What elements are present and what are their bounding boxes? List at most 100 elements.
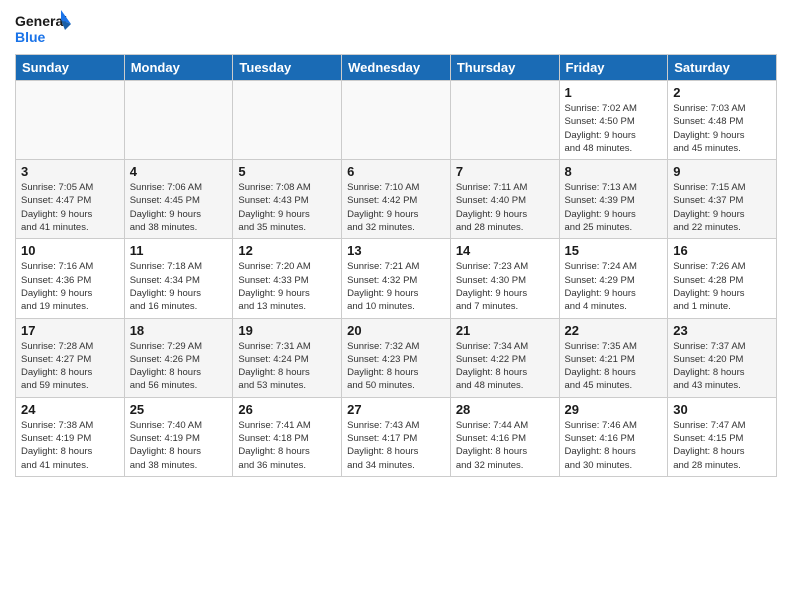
day-info: Sunrise: 7:06 AM Sunset: 4:45 PM Dayligh… bbox=[130, 181, 228, 234]
calendar-week-row: 24Sunrise: 7:38 AM Sunset: 4:19 PM Dayli… bbox=[16, 397, 777, 476]
day-info: Sunrise: 7:29 AM Sunset: 4:26 PM Dayligh… bbox=[130, 340, 228, 393]
day-number: 4 bbox=[130, 164, 228, 179]
day-info: Sunrise: 7:46 AM Sunset: 4:16 PM Dayligh… bbox=[565, 419, 663, 472]
day-number: 30 bbox=[673, 402, 771, 417]
day-number: 27 bbox=[347, 402, 445, 417]
calendar-day-cell: 23 Sunrise: 7:37 AM Sunset: 4:20 PM Dayli… bbox=[668, 318, 777, 397]
calendar-day-cell: 19 Sunrise: 7:31 AM Sunset: 4:24 PM Dayli… bbox=[233, 318, 342, 397]
day-info: Sunrise: 7:44 AM Sunset: 4:16 PM Dayligh… bbox=[456, 419, 554, 472]
day-number: 23 bbox=[673, 323, 771, 338]
day-info: Sunrise: 7:34 AM Sunset: 4:22 PM Dayligh… bbox=[456, 340, 554, 393]
calendar-day-cell: 15 Sunrise: 7:24 AM Sunset: 4:29 PM Dayli… bbox=[559, 239, 668, 318]
day-info: Sunrise: 7:10 AM Sunset: 4:42 PM Dayligh… bbox=[347, 181, 445, 234]
day-info: Sunrise: 7:41 AM Sunset: 4:18 PM Dayligh… bbox=[238, 419, 336, 472]
day-number: 26 bbox=[238, 402, 336, 417]
calendar-day-cell: 4 Sunrise: 7:06 AM Sunset: 4:45 PM Daylig… bbox=[124, 160, 233, 239]
day-number: 19 bbox=[238, 323, 336, 338]
logo: GeneralBlue bbox=[15, 10, 75, 46]
day-info: Sunrise: 7:02 AM Sunset: 4:50 PM Dayligh… bbox=[565, 102, 663, 155]
day-number: 7 bbox=[456, 164, 554, 179]
calendar-day-cell: 18 Sunrise: 7:29 AM Sunset: 4:26 PM Dayli… bbox=[124, 318, 233, 397]
day-number: 29 bbox=[565, 402, 663, 417]
calendar-day-cell: 12 Sunrise: 7:20 AM Sunset: 4:33 PM Dayli… bbox=[233, 239, 342, 318]
calendar-day-cell: 7 Sunrise: 7:11 AM Sunset: 4:40 PM Daylig… bbox=[450, 160, 559, 239]
calendar-day-cell: 11Sunrise: 7:18 AM Sunset: 4:34 PM Dayli… bbox=[124, 239, 233, 318]
day-info: Sunrise: 7:40 AM Sunset: 4:19 PM Dayligh… bbox=[130, 419, 228, 472]
day-info: Sunrise: 7:11 AM Sunset: 4:40 PM Dayligh… bbox=[456, 181, 554, 234]
svg-text:Blue: Blue bbox=[15, 29, 46, 45]
calendar-day-cell: 3 Sunrise: 7:05 AM Sunset: 4:47 PM Daylig… bbox=[16, 160, 125, 239]
weekday-header: Thursday bbox=[450, 55, 559, 81]
day-info: Sunrise: 7:13 AM Sunset: 4:39 PM Dayligh… bbox=[565, 181, 663, 234]
calendar-week-row: 17 Sunrise: 7:28 AM Sunset: 4:27 PM Dayli… bbox=[16, 318, 777, 397]
page-header: GeneralBlue bbox=[15, 10, 777, 46]
calendar-day-cell: 8 Sunrise: 7:13 AM Sunset: 4:39 PM Daylig… bbox=[559, 160, 668, 239]
day-number: 1 bbox=[565, 85, 663, 100]
day-info: Sunrise: 7:28 AM Sunset: 4:27 PM Dayligh… bbox=[21, 340, 119, 393]
calendar-day-cell: 6 Sunrise: 7:10 AM Sunset: 4:42 PM Daylig… bbox=[342, 160, 451, 239]
logo-svg: GeneralBlue bbox=[15, 10, 75, 46]
day-number: 22 bbox=[565, 323, 663, 338]
calendar-week-row: 3 Sunrise: 7:05 AM Sunset: 4:47 PM Daylig… bbox=[16, 160, 777, 239]
svg-text:General: General bbox=[15, 13, 67, 29]
day-info: Sunrise: 7:37 AM Sunset: 4:20 PM Dayligh… bbox=[673, 340, 771, 393]
day-number: 17 bbox=[21, 323, 119, 338]
calendar-day-cell: 30 Sunrise: 7:47 AM Sunset: 4:15 PM Dayli… bbox=[668, 397, 777, 476]
day-number: 14 bbox=[456, 243, 554, 258]
calendar-day-cell: 20Sunrise: 7:32 AM Sunset: 4:23 PM Dayli… bbox=[342, 318, 451, 397]
day-number: 28 bbox=[456, 402, 554, 417]
day-info: Sunrise: 7:35 AM Sunset: 4:21 PM Dayligh… bbox=[565, 340, 663, 393]
calendar-day-cell bbox=[16, 81, 125, 160]
day-info: Sunrise: 7:32 AM Sunset: 4:23 PM Dayligh… bbox=[347, 340, 445, 393]
day-number: 3 bbox=[21, 164, 119, 179]
day-number: 8 bbox=[565, 164, 663, 179]
day-number: 2 bbox=[673, 85, 771, 100]
calendar-day-cell: 21 Sunrise: 7:34 AM Sunset: 4:22 PM Dayli… bbox=[450, 318, 559, 397]
day-info: Sunrise: 7:20 AM Sunset: 4:33 PM Dayligh… bbox=[238, 260, 336, 313]
calendar-day-cell: 24Sunrise: 7:38 AM Sunset: 4:19 PM Dayli… bbox=[16, 397, 125, 476]
calendar-week-row: 10 Sunrise: 7:16 AM Sunset: 4:36 PM Dayli… bbox=[16, 239, 777, 318]
day-info: Sunrise: 7:38 AM Sunset: 4:19 PM Dayligh… bbox=[21, 419, 119, 472]
day-number: 5 bbox=[238, 164, 336, 179]
calendar-day-cell bbox=[124, 81, 233, 160]
calendar-day-cell bbox=[233, 81, 342, 160]
calendar-day-cell: 25Sunrise: 7:40 AM Sunset: 4:19 PM Dayli… bbox=[124, 397, 233, 476]
calendar-day-cell: 14 Sunrise: 7:23 AM Sunset: 4:30 PM Dayli… bbox=[450, 239, 559, 318]
calendar-day-cell: 22 Sunrise: 7:35 AM Sunset: 4:21 PM Dayli… bbox=[559, 318, 668, 397]
day-info: Sunrise: 7:08 AM Sunset: 4:43 PM Dayligh… bbox=[238, 181, 336, 234]
day-number: 12 bbox=[238, 243, 336, 258]
weekday-header: Monday bbox=[124, 55, 233, 81]
day-number: 9 bbox=[673, 164, 771, 179]
weekday-header: Friday bbox=[559, 55, 668, 81]
day-number: 10 bbox=[21, 243, 119, 258]
calendar-day-cell: 29 Sunrise: 7:46 AM Sunset: 4:16 PM Dayli… bbox=[559, 397, 668, 476]
calendar-day-cell: 2Sunrise: 7:03 AM Sunset: 4:48 PM Daylig… bbox=[668, 81, 777, 160]
calendar-header-row: SundayMondayTuesdayWednesdayThursdayFrid… bbox=[16, 55, 777, 81]
day-info: Sunrise: 7:15 AM Sunset: 4:37 PM Dayligh… bbox=[673, 181, 771, 234]
weekday-header: Wednesday bbox=[342, 55, 451, 81]
day-number: 13 bbox=[347, 243, 445, 258]
day-info: Sunrise: 7:26 AM Sunset: 4:28 PM Dayligh… bbox=[673, 260, 771, 313]
day-number: 16 bbox=[673, 243, 771, 258]
day-number: 11 bbox=[130, 243, 228, 258]
day-info: Sunrise: 7:23 AM Sunset: 4:30 PM Dayligh… bbox=[456, 260, 554, 313]
calendar-day-cell: 17 Sunrise: 7:28 AM Sunset: 4:27 PM Dayli… bbox=[16, 318, 125, 397]
day-info: Sunrise: 7:05 AM Sunset: 4:47 PM Dayligh… bbox=[21, 181, 119, 234]
day-info: Sunrise: 7:43 AM Sunset: 4:17 PM Dayligh… bbox=[347, 419, 445, 472]
day-info: Sunrise: 7:21 AM Sunset: 4:32 PM Dayligh… bbox=[347, 260, 445, 313]
day-number: 21 bbox=[456, 323, 554, 338]
calendar-day-cell bbox=[342, 81, 451, 160]
weekday-header: Tuesday bbox=[233, 55, 342, 81]
day-info: Sunrise: 7:47 AM Sunset: 4:15 PM Dayligh… bbox=[673, 419, 771, 472]
day-number: 15 bbox=[565, 243, 663, 258]
calendar-day-cell: 26 Sunrise: 7:41 AM Sunset: 4:18 PM Dayli… bbox=[233, 397, 342, 476]
day-info: Sunrise: 7:16 AM Sunset: 4:36 PM Dayligh… bbox=[21, 260, 119, 313]
calendar-day-cell: 10 Sunrise: 7:16 AM Sunset: 4:36 PM Dayli… bbox=[16, 239, 125, 318]
calendar-day-cell: 9 Sunrise: 7:15 AM Sunset: 4:37 PM Daylig… bbox=[668, 160, 777, 239]
calendar-day-cell: 27 Sunrise: 7:43 AM Sunset: 4:17 PM Dayli… bbox=[342, 397, 451, 476]
day-info: Sunrise: 7:31 AM Sunset: 4:24 PM Dayligh… bbox=[238, 340, 336, 393]
day-info: Sunrise: 7:24 AM Sunset: 4:29 PM Dayligh… bbox=[565, 260, 663, 313]
day-number: 18 bbox=[130, 323, 228, 338]
calendar-day-cell bbox=[450, 81, 559, 160]
day-number: 6 bbox=[347, 164, 445, 179]
